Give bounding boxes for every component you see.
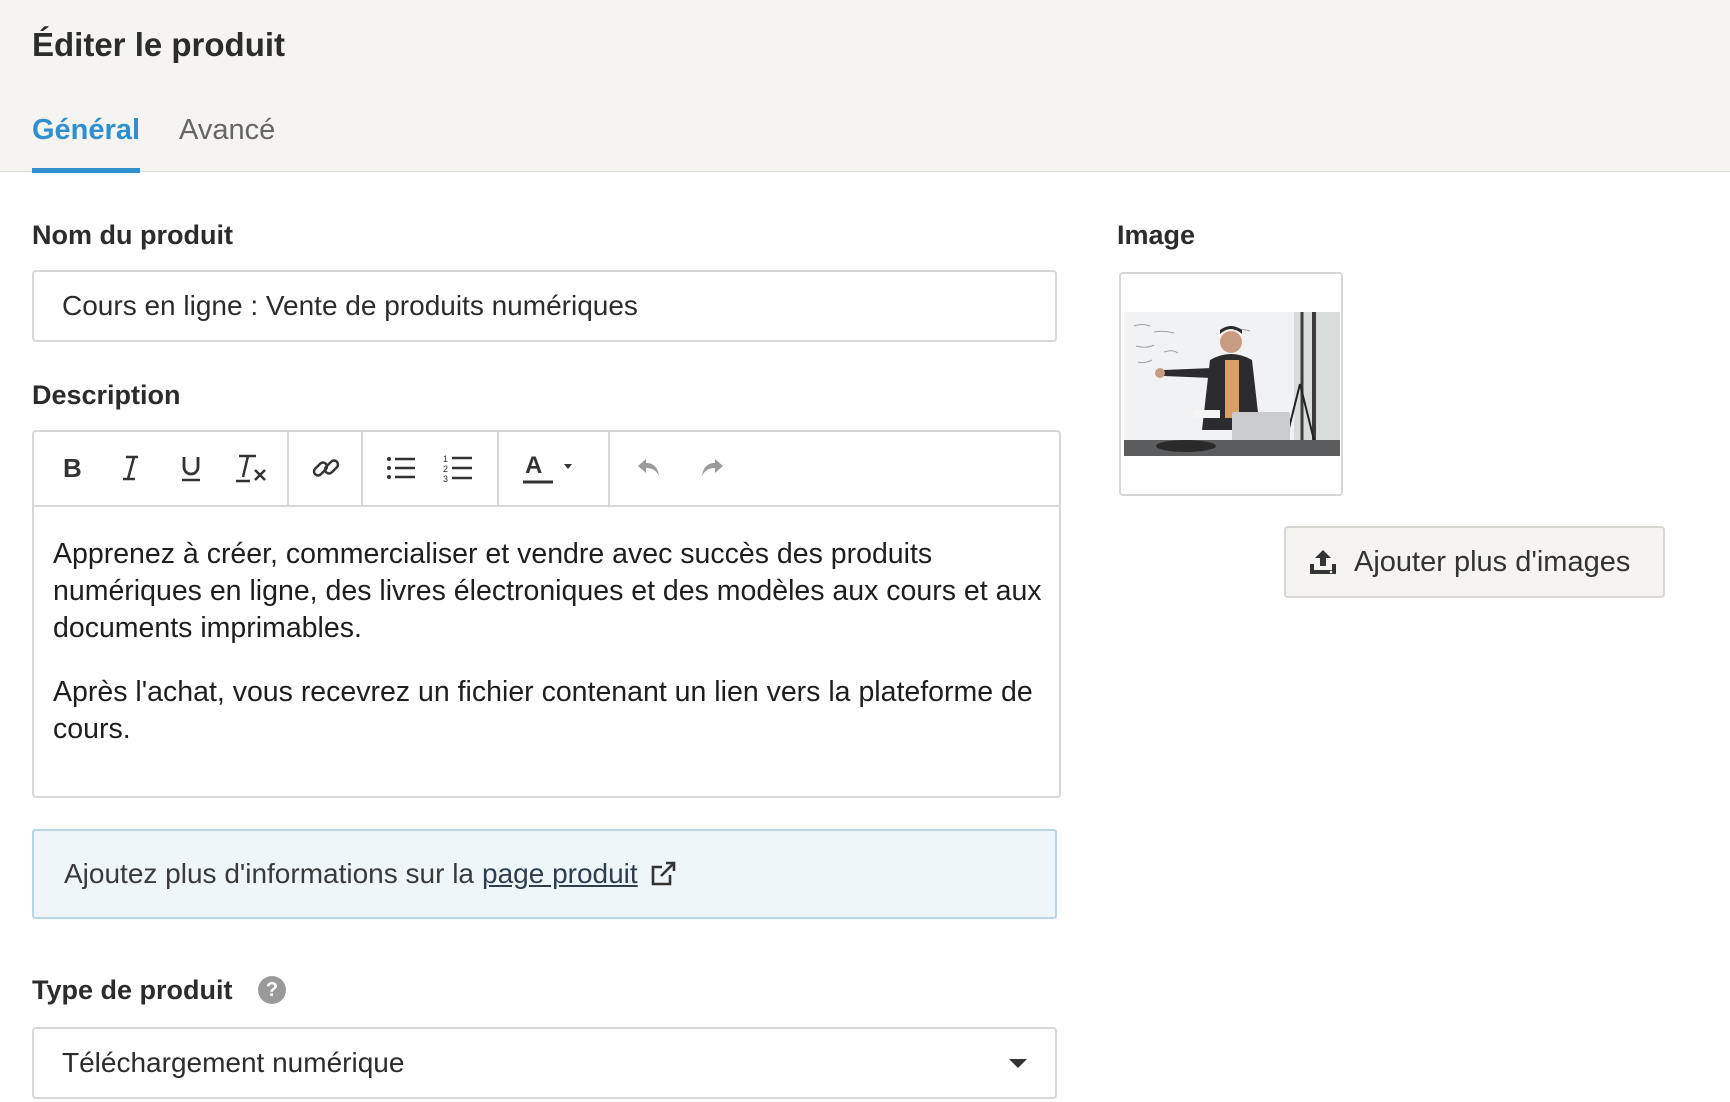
bullet-list-icon[interactable] [379,446,423,490]
svg-text:A: A [525,452,542,479]
product-page-link[interactable]: page produit [482,858,638,890]
clear-format-icon[interactable] [229,446,273,490]
svg-text:3: 3 [443,474,448,483]
description-editor: B 123 A Apprenez à créer, commercialiser… [32,430,1061,798]
bold-icon[interactable]: B [49,446,93,490]
description-paragraph: Apprenez à créer, commercialiser et vend… [53,538,1042,644]
svg-text:B: B [63,455,82,481]
add-images-label: Ajouter plus d'images [1354,545,1631,578]
tab-general[interactable]: Général [32,114,140,173]
italic-icon[interactable] [109,446,153,490]
image-label: Image [1117,220,1196,250]
svg-text:1: 1 [443,454,448,464]
svg-text:2: 2 [443,464,448,474]
tab-advanced[interactable]: Avancé [179,114,275,172]
product-type-value: Téléchargement numérique [62,1047,405,1078]
numbered-list-icon[interactable]: 123 [436,446,480,490]
product-page-link-label: page produit [482,858,638,889]
header: Éditer le produit Général Avancé [0,0,1730,173]
description-paragraph: Après l'achat, vous recevrez un fichier … [53,676,1033,745]
product-name-label: Nom du produit [32,220,233,250]
product-type-label: Type de produit [32,975,233,1005]
description-text[interactable]: Apprenez à créer, commercialiser et vend… [53,536,1043,748]
underline-icon[interactable] [169,446,213,490]
product-name-input[interactable] [32,270,1057,342]
chevron-down-icon [1009,1059,1027,1068]
redo-icon[interactable] [690,446,734,490]
help-icon[interactable]: ? [258,976,286,1004]
editor-toolbar: B 123 A [34,432,1059,507]
upload-icon [1310,550,1336,574]
product-photo [1124,312,1340,456]
external-link-icon [648,859,678,889]
link-icon[interactable] [304,446,348,490]
description-label: Description [32,380,181,410]
text-color-icon[interactable]: A [512,446,592,490]
product-image-thumbnail[interactable] [1119,272,1343,496]
info-text: Ajoutez plus d'informations sur la [64,858,474,889]
product-type-select[interactable]: Téléchargement numérique [32,1027,1057,1099]
page-title: Éditer le produit [32,26,286,63]
undo-icon[interactable] [627,446,671,490]
add-images-button[interactable]: Ajouter plus d'images [1284,526,1665,598]
info-box: Ajoutez plus d'informations sur la page … [32,829,1057,919]
